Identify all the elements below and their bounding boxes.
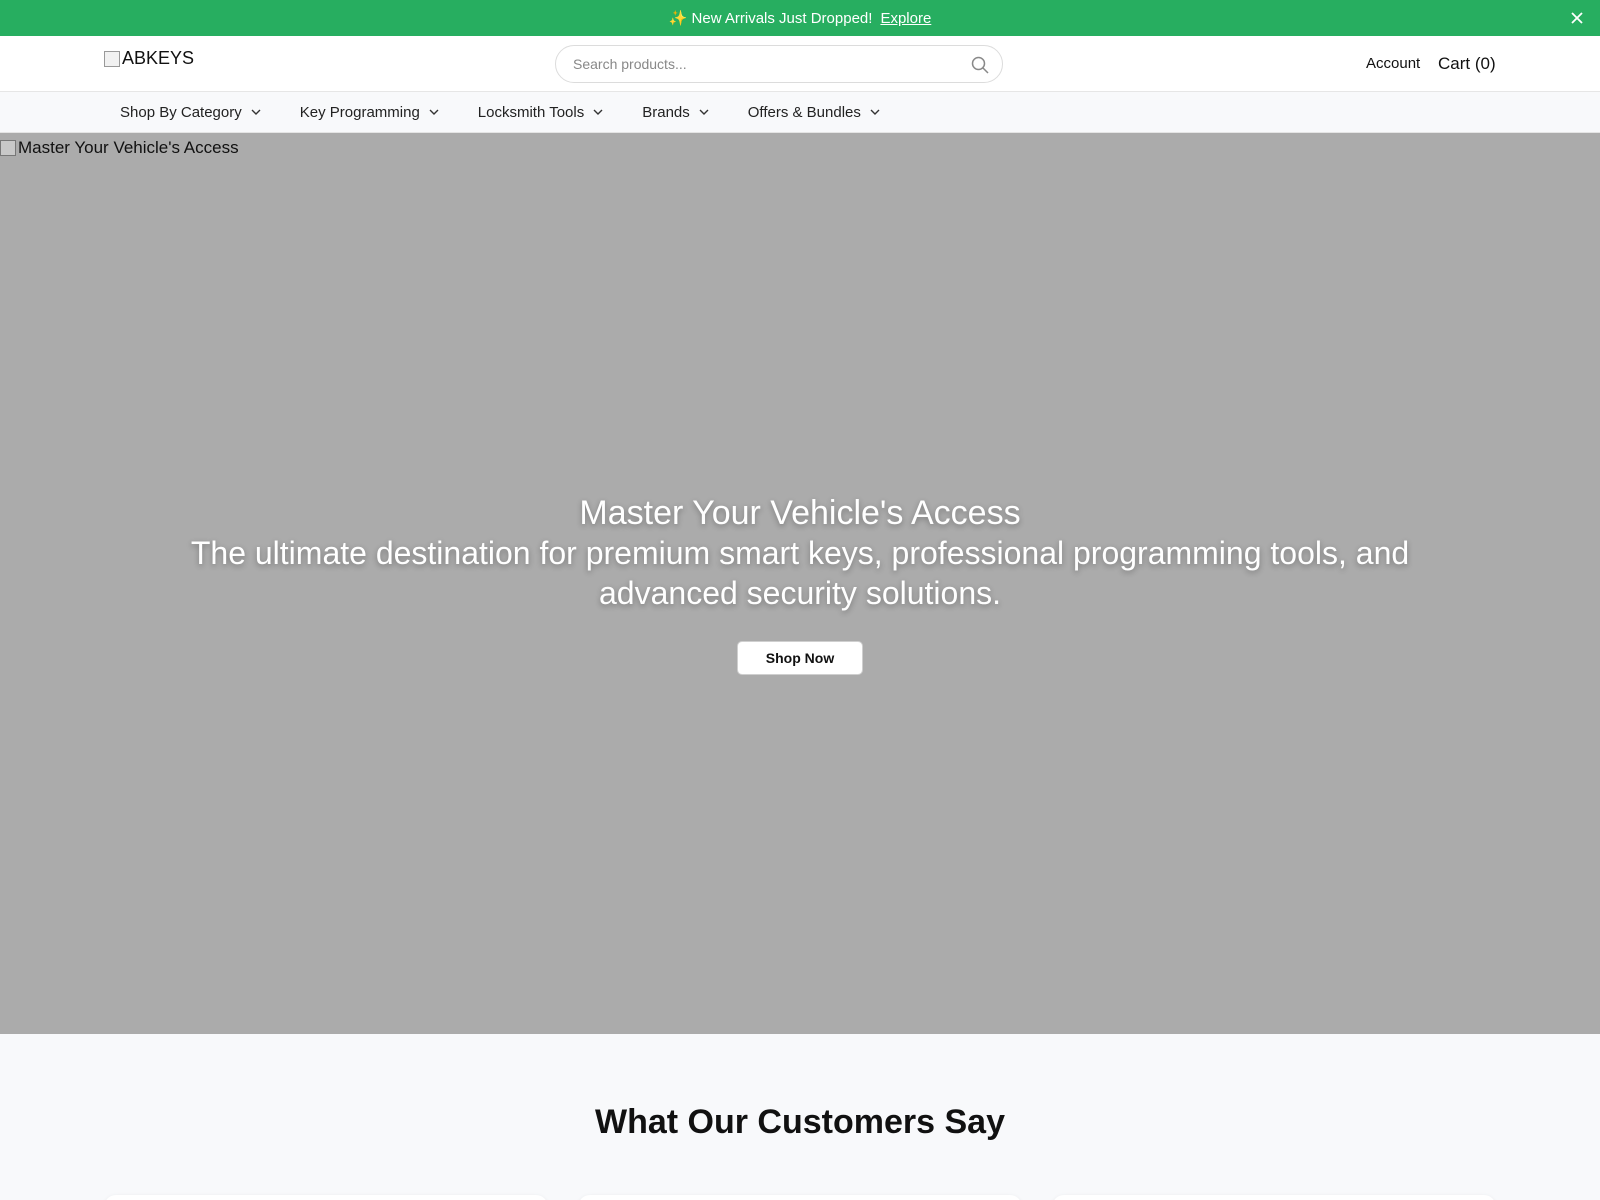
announcement-bar: ✨ New Arrivals Just Dropped! Explore	[0, 0, 1600, 36]
explore-link[interactable]: Explore	[880, 10, 931, 27]
logo-alt-text: ABKEYS	[122, 48, 195, 68]
search-icon[interactable]	[970, 55, 990, 75]
nav-item-label: Key Programming	[299, 103, 420, 121]
close-icon[interactable]	[1568, 9, 1586, 27]
shop-now-button[interactable]: Shop Now	[736, 641, 864, 675]
hero-banner: Master Your Vehicle's Access Master Your…	[0, 133, 1600, 1034]
nav-item-label: Offers & Bundles	[747, 103, 861, 121]
testimonial-cards	[0, 1195, 1600, 1200]
site-header: ABKEYS Account Cart (0)	[0, 36, 1600, 92]
section-heading: What Our Customers Say	[595, 1103, 1005, 1141]
testimonial-card	[1052, 1195, 1496, 1200]
testimonial-card	[104, 1195, 548, 1200]
hero-image: Master Your Vehicle's Access	[0, 138, 239, 158]
nav-item-key-programming[interactable]: Key Programming	[300, 104, 440, 121]
nav-item-offers-bundles[interactable]: Offers & Bundles	[748, 104, 881, 121]
chevron-down-icon	[699, 109, 709, 115]
nav-item-label: Locksmith Tools	[477, 103, 585, 121]
broken-image-icon	[104, 50, 120, 67]
nav-item-label: Shop By Category	[120, 103, 242, 121]
chevron-down-icon	[593, 109, 603, 115]
account-link[interactable]: Account	[1366, 55, 1420, 72]
announcement-text: ✨ New Arrivals Just Dropped!	[668, 10, 873, 27]
logo[interactable]: ABKEYS	[104, 48, 194, 69]
testimonial-card	[578, 1195, 1022, 1200]
cart-link[interactable]: Cart (0)	[1438, 54, 1496, 74]
nav-item-shop-by-category[interactable]: Shop By Category	[120, 104, 262, 121]
chevron-down-icon	[251, 109, 261, 115]
search-input[interactable]	[556, 46, 1002, 82]
hero-content: Master Your Vehicle's Access The ultimat…	[0, 493, 1600, 675]
chevron-down-icon	[870, 109, 880, 115]
nav-item-label: Brands	[642, 103, 690, 121]
testimonials-section: What Our Customers Say	[0, 1034, 1600, 1200]
search-box	[555, 45, 1003, 83]
nav-item-locksmith-tools[interactable]: Locksmith Tools	[478, 104, 604, 121]
hero-image-alt: Master Your Vehicle's Access	[18, 138, 239, 157]
main-nav: Shop By Category Key Programming Locksmi…	[0, 92, 1600, 133]
nav-item-brands[interactable]: Brands	[642, 104, 710, 121]
hero-title: Master Your Vehicle's Access	[579, 494, 1021, 532]
chevron-down-icon	[429, 109, 439, 115]
broken-image-icon	[0, 140, 16, 156]
hero-subtitle: The ultimate destination for premium sma…	[190, 535, 1410, 611]
